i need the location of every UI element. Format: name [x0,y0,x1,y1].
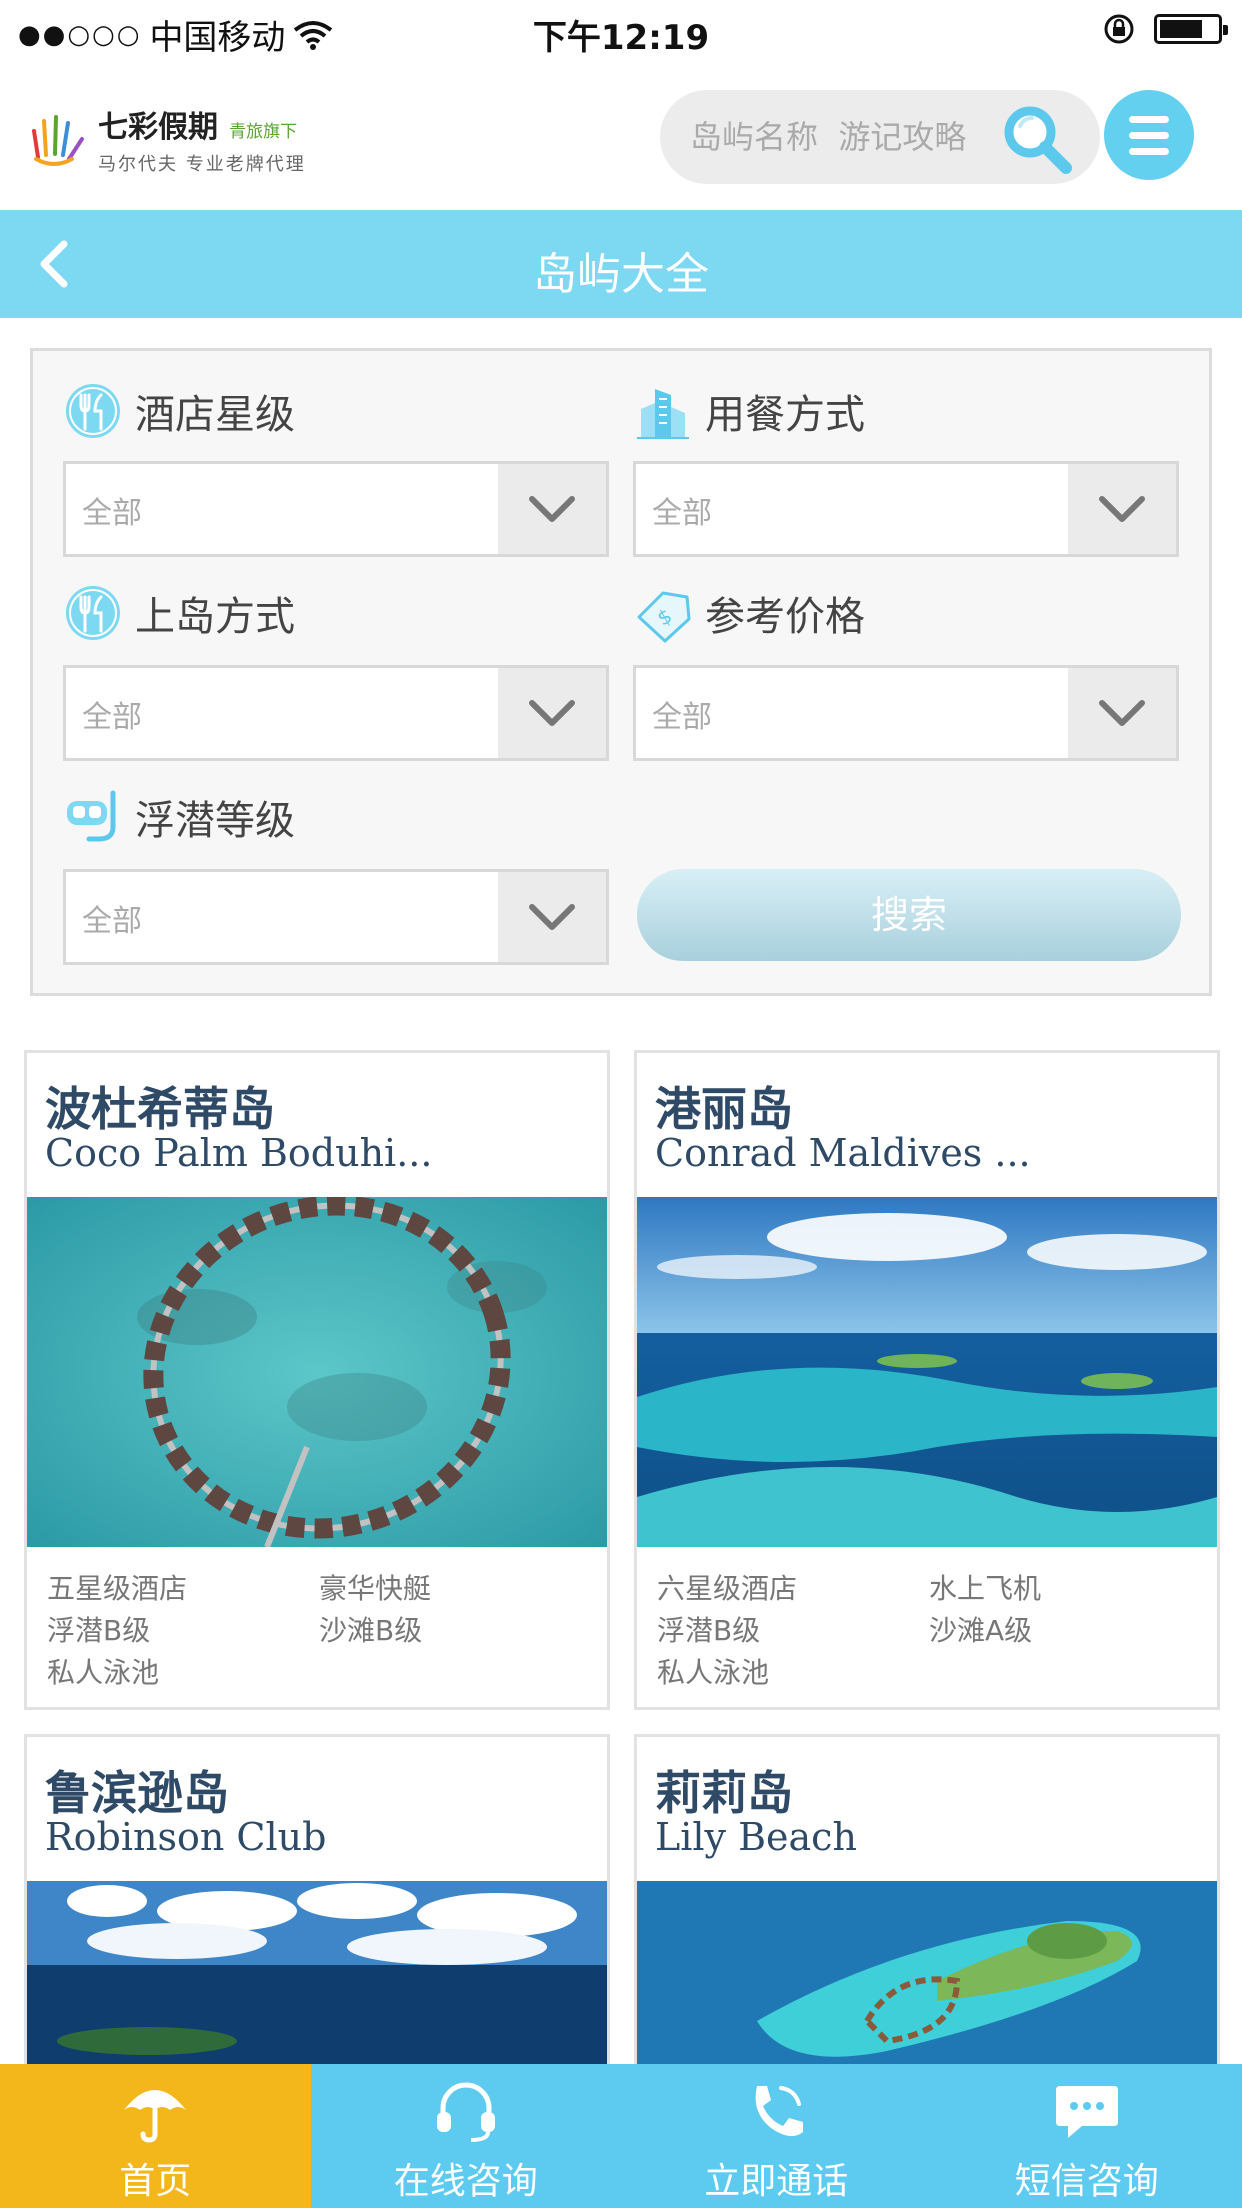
filter-label-meal-plan: 用餐方式 [633,381,865,441]
status-bar: ●●○○○ 中国移动 下午12:19 [0,0,1242,62]
nav-label: 首页 [119,2161,192,2202]
island-card[interactable]: 莉莉岛 Lily Beach [634,1734,1220,2208]
menu-bar [1129,115,1169,123]
menu-bar [1129,131,1169,139]
island-name-en: Robinson Club [45,1815,327,1859]
filter-label-text: 酒店星级 [135,392,295,438]
chevron-down-icon [529,700,575,726]
chevron-down-icon [1099,496,1145,522]
app-header: 七彩假期 青旅旗下 马尔代夫 专业老牌代理 [0,62,1242,210]
logo[interactable]: 七彩假期 青旅旗下 马尔代夫 专业老牌代理 [28,102,306,176]
logo-tagline: 马尔代夫 专业老牌代理 [98,154,306,175]
select-arrow[interactable] [498,464,606,554]
feature-hotel: 六星级酒店 [657,1572,798,1605]
building-icon [637,389,689,439]
island-card[interactable]: 港丽岛 Conrad Maldives ... 六星级酒店 水上飞机 浮潜B级 … [634,1050,1220,1710]
feature-transfer: 豪华快艇 [319,1572,432,1605]
menu-button[interactable] [1104,90,1194,180]
island-name-cn: 港丽岛 [655,1082,793,1136]
select-arrow[interactable] [498,872,606,962]
filter-label-text: 上岛方式 [135,594,295,640]
logo-sub-brand: 青旅旗下 [229,122,298,142]
island-name-cn: 波杜希蒂岛 [45,1082,275,1136]
island-card[interactable]: 鲁滨逊岛 Robinson Club [24,1734,610,2208]
nav-label: 立即通话 [704,2161,849,2202]
search-box [660,90,1100,184]
nav-label: 在线咨询 [393,2161,538,2202]
select-arrow[interactable] [1068,668,1176,758]
island-photo-ring-villas [27,1197,607,1547]
search-icon[interactable] [998,100,1074,176]
nav-online-consult[interactable]: 在线咨询 [311,2064,622,2208]
island-photo-ocean-aerial [637,1197,1217,1547]
title-bar: 岛屿大全 [0,210,1242,318]
nav-home[interactable]: 首页 [0,2064,311,2208]
filter-label-text: 参考价格 [705,594,865,640]
filter-label-text: 用餐方式 [705,392,865,438]
transfer-select[interactable]: 全部 [63,665,609,761]
select-value: 全部 [652,496,712,531]
filter-label-hotel-star: 酒店星级 [63,381,295,441]
status-time: 下午12:19 [532,18,710,58]
filter-panel: 酒店星级 全部 用餐方式 全部 上岛方式 全部 $ 参考价格 全部 浮潜等级 全… [30,348,1212,996]
island-name-en: Coco Palm Boduhi... [45,1131,433,1175]
filter-label-transfer: 上岛方式 [63,583,295,643]
island-name-cn: 莉莉岛 [655,1766,793,1820]
feature-beach: 沙滩A级 [929,1614,1033,1647]
select-value: 全部 [82,496,142,531]
page-title: 岛屿大全 [533,249,709,300]
price-select[interactable]: 全部 [633,665,1179,761]
feature-snorkel: 浮潜B级 [657,1614,761,1647]
nav-label: 短信咨询 [1014,2161,1159,2202]
umbrella-icon [124,2090,187,2143]
feature-transfer: 水上飞机 [929,1572,1042,1605]
status-right [1102,12,1228,46]
island-photo[interactable] [637,1197,1217,1547]
select-value: 全部 [652,700,712,735]
fork-knife-icon [66,586,120,640]
nav-sms-consult[interactable]: 短信咨询 [932,2064,1242,2208]
search-button[interactable]: 搜索 [637,869,1181,961]
snorkel-select[interactable]: 全部 [63,869,609,965]
select-value: 全部 [82,700,142,735]
island-name-cn: 鲁滨逊岛 [45,1766,229,1820]
page: ●●○○○ 中国移动 下午12:19 七彩假期 青旅旗下 马尔代夫 专业老牌代理… [0,0,1242,2208]
filter-label-snorkel: 浮潜等级 [63,787,295,847]
island-name-en: Conrad Maldives ... [655,1131,1031,1175]
select-arrow[interactable] [1068,464,1176,554]
filter-label-price: $ 参考价格 [633,583,865,643]
battery-icon [1154,14,1228,44]
nav-call-now[interactable]: 立即通话 [621,2064,932,2208]
logo-text: 七彩假期 青旅旗下 马尔代夫 专业老牌代理 [98,102,306,176]
search-input[interactable] [690,112,990,162]
chevron-down-icon [529,904,575,930]
select-arrow[interactable] [498,668,606,758]
logo-hand-icon [32,115,84,166]
feature-pool: 私人泳池 [657,1656,770,1689]
feature-pool: 私人泳池 [47,1656,160,1689]
rotation-lock-icon [1104,14,1134,44]
logo-brand: 七彩假期 [98,110,218,145]
island-photo[interactable] [27,1197,607,1547]
phone-icon [755,2086,804,2137]
chevron-down-icon [529,496,575,522]
meal-plan-select[interactable]: 全部 [633,461,1179,557]
select-value: 全部 [82,904,142,939]
price-tag-icon: $ [637,591,691,643]
hotel-star-select[interactable]: 全部 [63,461,609,557]
snorkel-mask-icon [67,790,116,842]
filter-label-text: 浮潜等级 [135,798,295,844]
island-name-en: Lily Beach [655,1815,857,1859]
feature-hotel: 五星级酒店 [47,1572,188,1605]
feature-beach: 沙滩B级 [319,1614,423,1647]
fork-knife-icon [66,384,120,438]
headset-icon [436,2082,495,2142]
bottom-nav: 首页 在线咨询 立即通话 短信咨询 [0,2064,1242,2208]
island-card[interactable]: 波杜希蒂岛 Coco Palm Boduhi... 五星级酒店 豪华快艇 浮潜B… [24,1050,610,1710]
chat-bubble-icon [1055,2086,1118,2138]
feature-snorkel: 浮潜B级 [47,1614,151,1647]
menu-bar [1129,147,1169,155]
chevron-down-icon [1099,700,1145,726]
